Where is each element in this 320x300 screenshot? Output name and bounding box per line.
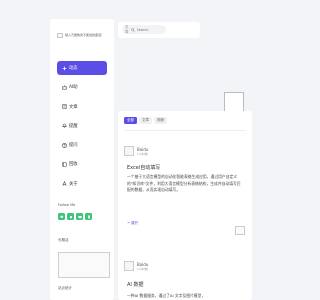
avatar bbox=[124, 146, 134, 156]
bell-icon bbox=[61, 123, 67, 129]
post-body: 一个基于大语言模型的自动化智能表格生成应用，通过用户自定义的"知识库"文件，利用… bbox=[127, 174, 241, 192]
qr-label: 长期活 bbox=[58, 238, 69, 242]
book-icon bbox=[61, 161, 67, 167]
post-time: 1小时前 bbox=[137, 267, 148, 271]
question-icon bbox=[61, 142, 67, 148]
phone-icon[interactable] bbox=[85, 213, 92, 220]
search-box[interactable]: 文章 bbox=[122, 24, 167, 34]
tab-all[interactable]: 全部 bbox=[124, 117, 137, 124]
mail-icon[interactable] bbox=[76, 213, 83, 220]
social-links bbox=[58, 213, 94, 220]
qr-code-image bbox=[58, 252, 110, 278]
post-title[interactable]: AI 数据 bbox=[127, 281, 144, 288]
brand[interactable]: 喂人万能教务不能说的废话！ bbox=[57, 33, 111, 45]
post-body: 一种AI 数据服务，通过了AI 文字及图片模型， bbox=[127, 293, 206, 298]
sidebar: 喂人万能教务不能说的废话！ 动态 AI助 文章 提醒 提问 回收 关于 Foll… bbox=[50, 19, 114, 300]
stats-label: 站点统计 bbox=[58, 286, 72, 290]
info-icon bbox=[61, 181, 67, 187]
expand-label: 展开 bbox=[131, 221, 139, 225]
sidebar-item-label: 回收 bbox=[69, 162, 78, 168]
feed-tabs: 全部 文章 视频 bbox=[124, 117, 169, 124]
qr-image bbox=[224, 92, 244, 112]
sidebar-item-recycle[interactable]: 回收 bbox=[57, 157, 107, 171]
post-card[interactable]: Baidu 1小时前 Excel自动填写 一个基于大语言模型的自动化智能表格生成… bbox=[124, 146, 248, 236]
sidebar-item-articles[interactable]: 文章 bbox=[57, 100, 107, 114]
sidebar-item-ai[interactable]: AI助 bbox=[57, 80, 107, 94]
top-bar: 文章 bbox=[118, 22, 200, 38]
avatar bbox=[124, 261, 134, 271]
follow-label: Follow Me bbox=[58, 203, 76, 207]
sidebar-item-questions[interactable]: 提问 bbox=[57, 138, 107, 152]
sparkle-icon bbox=[61, 65, 67, 71]
sidebar-item-label: 文章 bbox=[69, 104, 78, 110]
brand-logo bbox=[57, 33, 63, 38]
document-icon bbox=[61, 104, 67, 110]
sidebar-item-label: 关于 bbox=[69, 181, 78, 187]
expand-link[interactable]: 展开 bbox=[127, 221, 138, 226]
wechat-icon[interactable] bbox=[58, 213, 65, 220]
sidebar-item-label: 动态 bbox=[69, 66, 78, 71]
feed: 全部 文章 视频 Baidu 1小时前 Excel自动填写 一个基于大语言模型的… bbox=[118, 111, 252, 300]
post-title[interactable]: Excel自动填写 bbox=[127, 164, 160, 171]
sidebar-nav: 动态 AI助 文章 提醒 提问 回收 关于 bbox=[57, 61, 107, 196]
sidebar-item-reminders[interactable]: 提醒 bbox=[57, 119, 107, 133]
sidebar-item-label: 提醒 bbox=[69, 123, 78, 129]
tab-videos[interactable]: 视频 bbox=[154, 117, 167, 124]
post-time: 1小时前 bbox=[137, 152, 148, 156]
brand-text: 喂人万能教务不能说的废话！ bbox=[65, 33, 105, 37]
post-card[interactable]: Baidu 1小时前 AI 数据 一种AI 数据服务，通过了AI 文字及图片模型… bbox=[124, 261, 248, 300]
search-input[interactable] bbox=[136, 27, 167, 32]
sidebar-item-label: 提问 bbox=[69, 143, 78, 149]
search-prefix: 文章 bbox=[125, 24, 129, 34]
weibo-icon[interactable] bbox=[67, 213, 74, 220]
sidebar-item-dynamic[interactable]: 动态 bbox=[57, 61, 107, 75]
post-thumbnail[interactable] bbox=[235, 226, 245, 235]
bot-icon bbox=[61, 84, 67, 90]
sidebar-item-about[interactable]: 关于 bbox=[57, 177, 107, 191]
sidebar-item-label: AI助 bbox=[69, 85, 78, 91]
tab-articles[interactable]: 文章 bbox=[139, 117, 152, 124]
divider bbox=[124, 130, 246, 131]
